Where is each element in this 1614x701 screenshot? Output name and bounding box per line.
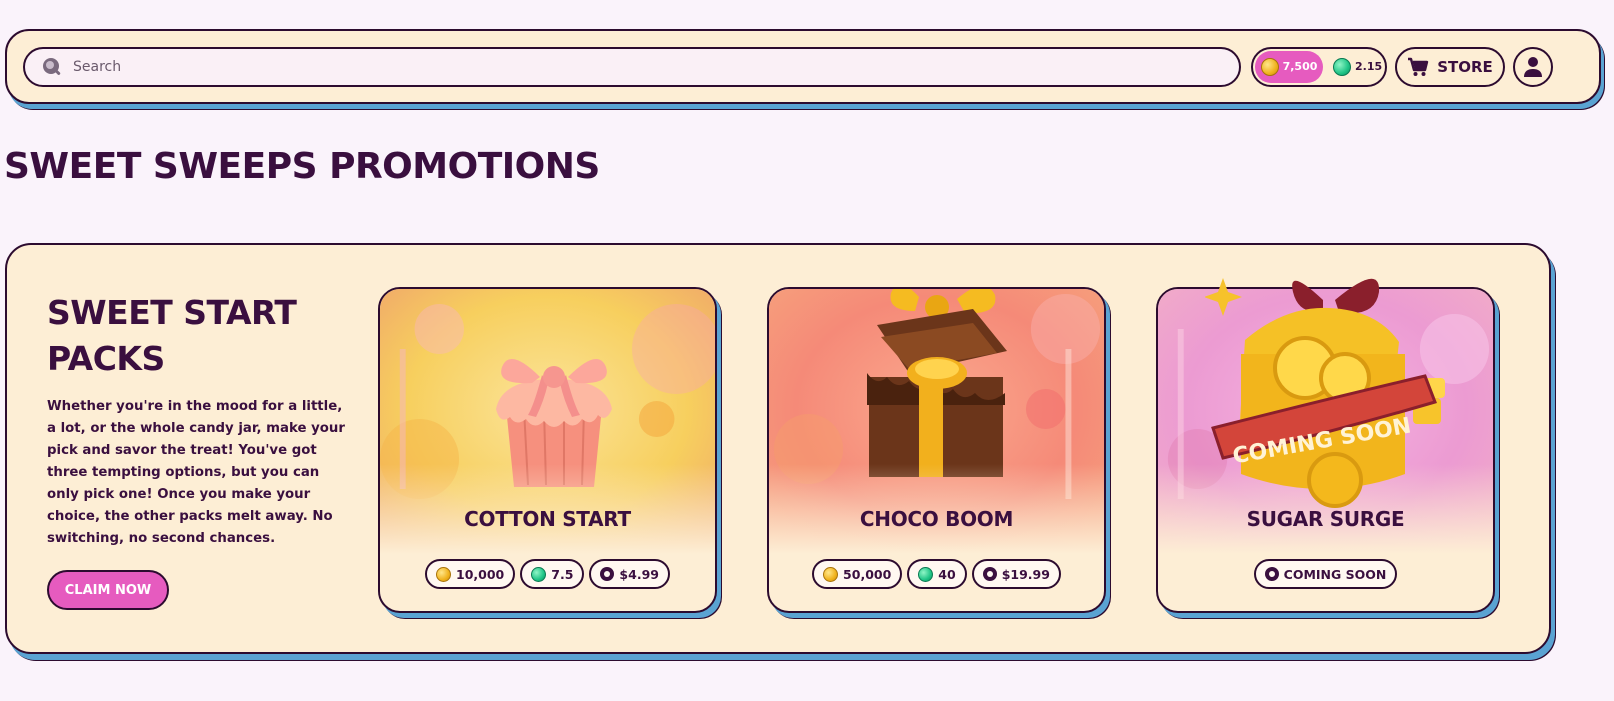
gold-coin-icon [436, 566, 452, 582]
sweeps-coin-balance[interactable]: 2.15 [1333, 57, 1383, 76]
pack-rewards: COMING SOON [1158, 559, 1493, 589]
search-input[interactable] [73, 58, 1239, 75]
sweeps-coin-amount: 2.15 [1355, 60, 1383, 73]
promo-panel: SWEET START PACKS Whether you're in the … [5, 243, 1551, 654]
promo-intro: SWEET START PACKS Whether you're in the … [47, 290, 352, 610]
pack-name: COTTON START [464, 507, 631, 531]
search-icon [43, 57, 61, 75]
sweeps-coin-icon [531, 566, 547, 582]
cart-icon [1408, 57, 1429, 76]
coming-soon-badge: COMING SOON [1253, 559, 1398, 589]
sweeps-coin-icon [918, 566, 934, 582]
pack-rewards: 10,000 7.5 $4.99 [380, 559, 715, 589]
top-bar: 7,500 2.15 STORE [5, 29, 1601, 104]
pack-rewards: 50,000 40 $19.99 [769, 559, 1104, 589]
gold-coin-reward: 10,000 [425, 559, 516, 589]
store-button[interactable]: STORE [1395, 46, 1505, 87]
claim-now-button[interactable]: CLAIM NOW [47, 570, 169, 610]
sweeps-coin-reward: 7.5 [520, 559, 585, 589]
user-icon [1524, 56, 1542, 77]
pack-name: SUGAR SURGE [1246, 507, 1405, 531]
sweeps-coin-reward: 40 [907, 559, 967, 589]
search-box[interactable] [23, 46, 1241, 87]
price-button[interactable]: $19.99 [971, 559, 1061, 589]
pack-name: CHOCO BOOM [859, 507, 1014, 531]
promo-heading: SWEET START PACKS [47, 293, 297, 378]
pack-card-sugar-surge[interactable]: SUGAR SURGE COMING SOON [1156, 287, 1495, 613]
price-icon [982, 567, 997, 581]
page-title: SWEET SWEEPS PROMOTIONS [4, 146, 600, 187]
sweeps-coin-icon [1333, 57, 1351, 76]
balance-widget[interactable]: 7,500 2.15 [1251, 46, 1387, 87]
store-label: STORE [1437, 57, 1493, 76]
gold-coin-balance[interactable]: 7,500 [1255, 50, 1323, 83]
pack-card-cotton-start[interactable]: COTTON START 10,000 7.5 $4.99 [378, 287, 717, 613]
pack-card-choco-boom[interactable]: CHOCO BOOM 50,000 40 $19.99 [767, 287, 1106, 613]
lock-icon [1264, 567, 1279, 581]
gold-coin-icon [823, 566, 839, 582]
price-icon [600, 567, 615, 581]
gold-coin-reward: 50,000 [812, 559, 903, 589]
gold-coin-icon [1260, 57, 1279, 76]
price-button[interactable]: $4.99 [589, 559, 670, 589]
gold-coin-amount: 7,500 [1282, 60, 1318, 73]
profile-button[interactable] [1513, 46, 1553, 87]
promo-description: Whether you're in the mood for a little,… [47, 399, 345, 546]
